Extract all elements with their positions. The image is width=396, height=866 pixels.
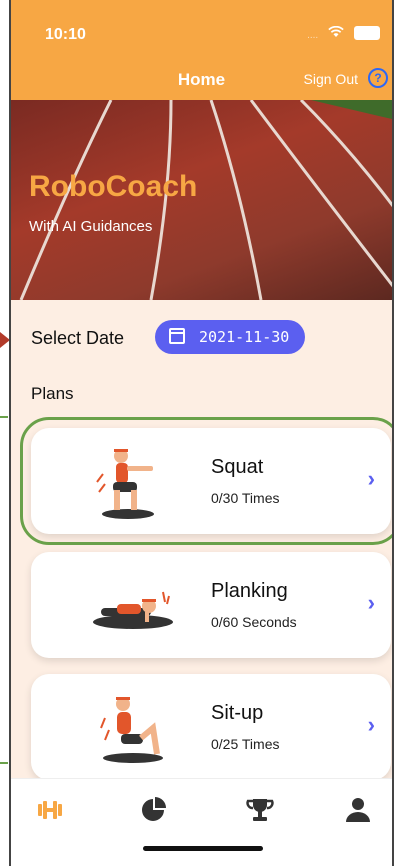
plan-card-squat[interactable]: Squat 0/30 Times › [20,417,392,545]
date-value: 2021-11-30 [199,328,290,346]
date-selector-row: Select Date 2021-11-30 [31,320,381,354]
signal-icon: .... [307,30,319,41]
plan-name: Squat [211,456,264,478]
status-bar: 10:10 .... [11,0,392,58]
hero-banner: RoboCoach With AI Guidances [11,100,392,300]
trophy-icon [246,799,274,821]
plan-name: Sit-up [211,702,264,724]
squat-figure-icon [96,449,154,519]
home-indicator [143,846,263,851]
plank-figure-icon [93,591,173,629]
user-icon [346,798,370,822]
tab-bar [11,778,392,866]
plan-progress: 0/25 Times [211,736,280,752]
status-icons: .... [301,24,380,41]
phone-screen: 10:10 .... Home Sign Out ? RoboCoach Wit… [9,0,394,866]
dumbbell-icon [38,801,62,819]
plan-progress: 0/30 Times [211,490,280,506]
nav-bar: Home Sign Out ? [11,58,392,100]
situp-figure-icon [100,697,163,763]
date-label: Select Date [31,328,125,348]
chevron-right-icon: › [367,712,375,737]
wifi-icon [328,25,344,41]
battery-icon [354,26,380,40]
date-picker-button[interactable]: 2021-11-30 [155,320,306,354]
plan-card-situp[interactable]: Sit-up 0/25 Times › [31,674,391,780]
annotation-bracket-bottom [0,762,8,764]
app-tagline: With AI Guidances [29,218,153,235]
tab-stats[interactable] [139,795,169,825]
chevron-right-icon: › [367,590,375,615]
plan-progress: 0/60 Seconds [211,614,297,630]
tab-awards[interactable] [245,795,275,825]
tab-profile[interactable] [343,795,373,825]
pie-chart-icon [142,797,166,821]
plan-card-planking[interactable]: Planking 0/60 Seconds › [31,552,391,658]
sign-out-button[interactable]: Sign Out [304,71,358,87]
plan-name: Planking [211,580,288,602]
help-icon[interactable]: ? [368,68,388,88]
calendar-icon [169,327,185,344]
app-name: RoboCoach [29,170,198,203]
annotation-bracket-top [0,416,8,418]
status-time: 10:10 [45,26,86,43]
chevron-right-icon: › [367,466,375,491]
plans-heading: Plans [31,384,74,403]
tab-workout[interactable] [35,795,65,825]
